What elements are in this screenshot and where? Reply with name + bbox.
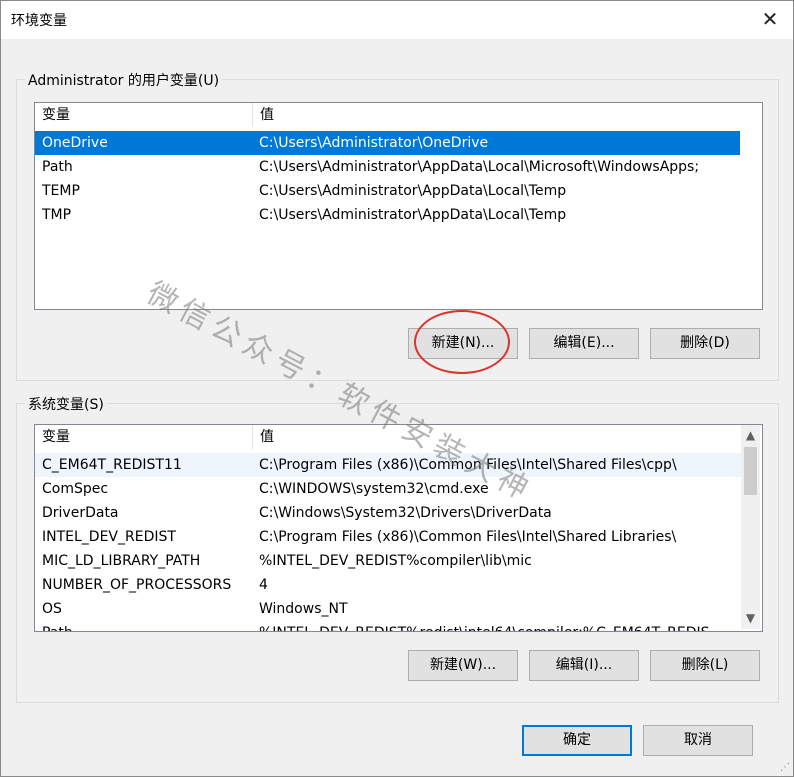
variable-name: NUMBER_OF_PROCESSORS: [42, 577, 232, 593]
variable-value: C:\Users\Administrator\AppData\Local\Tem…: [259, 183, 567, 199]
variable-name: DriverData: [42, 505, 119, 521]
table-row[interactable]: OneDrive C:\Users\Administrator\OneDrive: [35, 131, 740, 155]
new-user-variable-button[interactable]: 新建(N)...: [408, 328, 518, 359]
list-header: 变量 值: [35, 103, 762, 127]
variable-value: C:\Program Files (x86)\Common Files\Inte…: [259, 457, 677, 473]
system-variables-label: 系统变量(S): [25, 394, 107, 414]
column-header-value[interactable]: 值: [253, 425, 741, 449]
vertical-scrollbar[interactable]: ▲ ▼: [741, 425, 760, 629]
variable-name: TMP: [42, 207, 72, 223]
table-row[interactable]: ComSpec C:\WINDOWS\system32\cmd.exe: [35, 477, 741, 501]
variable-name: Path: [42, 159, 73, 175]
scroll-thumb[interactable]: [744, 447, 757, 495]
ok-button[interactable]: 确定: [522, 725, 632, 756]
variable-name: OneDrive: [42, 135, 108, 151]
window-title: 环境变量: [11, 13, 67, 29]
table-row[interactable]: MIC_LD_LIBRARY_PATH %INTEL_DEV_REDIST%co…: [35, 549, 741, 573]
variable-value: C:\Windows\System32\Drivers\DriverData: [259, 505, 552, 521]
cancel-button[interactable]: 取消: [643, 725, 753, 756]
table-row[interactable]: Path %INTEL_DEV_REDIST%redist\intel64\co…: [35, 621, 741, 631]
column-header-variable[interactable]: 变量: [35, 103, 253, 127]
system-variables-list[interactable]: 变量 值 C_EM64T_REDIST11 C:\Program Files (…: [34, 424, 763, 632]
variable-value: C:\Users\Administrator\AppData\Local\Mic…: [259, 159, 700, 175]
variable-name: TEMP: [42, 183, 80, 199]
variable-value: C:\Users\Administrator\OneDrive: [259, 135, 489, 151]
delete-system-variable-button[interactable]: 删除(L): [650, 650, 760, 681]
scroll-up-icon[interactable]: ▲: [741, 427, 760, 444]
table-row[interactable]: OS Windows_NT: [35, 597, 741, 621]
environment-variables-dialog: 环境变量 ✕ Administrator 的用户变量(U) 变量 值 OneDr…: [0, 0, 794, 777]
table-row[interactable]: INTEL_DEV_REDIST C:\Program Files (x86)\…: [35, 525, 741, 549]
table-row[interactable]: TMP C:\Users\Administrator\AppData\Local…: [35, 203, 760, 227]
variable-value: %INTEL_DEV_REDIST%redist\intel64\compile…: [259, 621, 710, 631]
variable-name: C_EM64T_REDIST11: [42, 457, 182, 473]
edit-user-variable-button[interactable]: 编辑(E)...: [529, 328, 639, 359]
list-header: 变量 值: [35, 425, 741, 449]
variable-value: C:\Program Files (x86)\Common Files\Inte…: [259, 529, 677, 545]
scroll-down-icon[interactable]: ▼: [741, 610, 760, 627]
title-bar: 环境变量 ✕: [1, 1, 793, 39]
column-header-value[interactable]: 值: [253, 103, 762, 127]
new-system-variable-button[interactable]: 新建(W)...: [408, 650, 518, 681]
variable-value: 4: [259, 577, 268, 593]
variable-name: Path: [42, 621, 73, 631]
table-row[interactable]: DriverData C:\Windows\System32\Drivers\D…: [35, 501, 741, 525]
variable-value: C:\WINDOWS\system32\cmd.exe: [259, 481, 489, 497]
close-icon[interactable]: ✕: [747, 1, 793, 37]
variable-name: MIC_LD_LIBRARY_PATH: [42, 553, 201, 569]
variable-name: INTEL_DEV_REDIST: [42, 529, 176, 545]
user-variables-label: Administrator 的用户变量(U): [25, 70, 223, 90]
table-row[interactable]: Path C:\Users\Administrator\AppData\Loca…: [35, 155, 760, 179]
variable-name: OS: [42, 601, 62, 617]
user-variables-list[interactable]: 变量 值 OneDrive C:\Users\Administrator\One…: [34, 102, 763, 310]
table-row[interactable]: TEMP C:\Users\Administrator\AppData\Loca…: [35, 179, 760, 203]
edit-system-variable-button[interactable]: 编辑(I)...: [529, 650, 639, 681]
table-row[interactable]: C_EM64T_REDIST11 C:\Program Files (x86)\…: [35, 453, 741, 477]
variable-value: %INTEL_DEV_REDIST%compiler\lib\mic: [259, 553, 532, 569]
variable-name: ComSpec: [42, 481, 109, 497]
variable-value: Windows_NT: [259, 601, 348, 617]
variable-value: C:\Users\Administrator\AppData\Local\Tem…: [259, 207, 567, 223]
table-row[interactable]: NUMBER_OF_PROCESSORS 4: [35, 573, 741, 597]
column-header-variable[interactable]: 变量: [35, 425, 253, 449]
delete-user-variable-button[interactable]: 删除(D): [650, 328, 760, 359]
resize-grip-icon[interactable]: ⋰: [780, 762, 790, 773]
